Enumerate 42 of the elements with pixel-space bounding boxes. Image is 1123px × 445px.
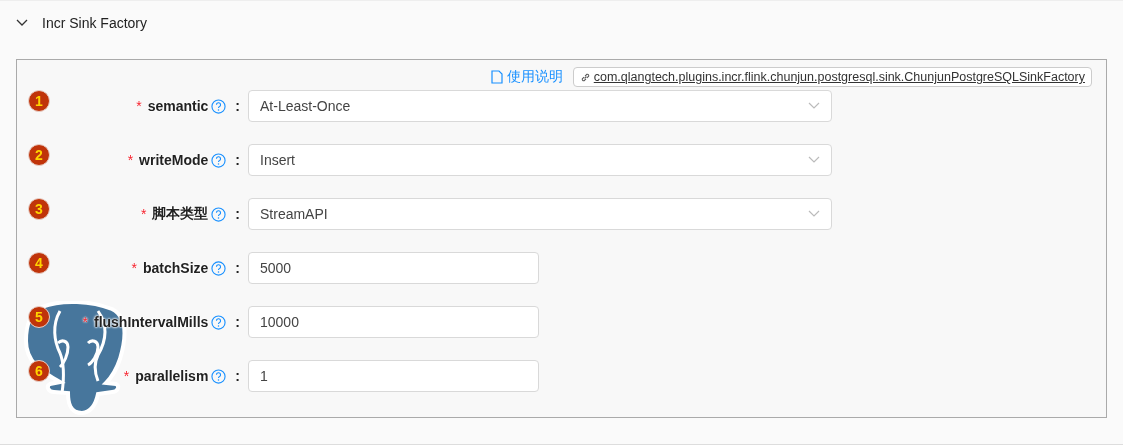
select-field[interactable]: StreamAPI bbox=[248, 198, 832, 230]
required-mark: * bbox=[136, 98, 142, 114]
required-mark: * bbox=[82, 314, 88, 330]
help-icon[interactable] bbox=[211, 98, 227, 114]
required-mark: * bbox=[131, 260, 137, 276]
link-icon bbox=[579, 71, 591, 83]
input-field[interactable]: 1 bbox=[248, 360, 539, 392]
help-icon[interactable] bbox=[211, 152, 227, 168]
required-mark: * bbox=[127, 152, 134, 168]
chevron-icon[interactable] bbox=[16, 19, 28, 27]
field-label: writeMode bbox=[139, 152, 209, 168]
section-title: Incr Sink Factory bbox=[42, 15, 148, 31]
required-mark: * bbox=[140, 206, 147, 222]
required-mark: * bbox=[123, 368, 130, 384]
step-number-badge: 1 bbox=[28, 90, 50, 112]
field-label: 脚本类型 bbox=[152, 205, 209, 223]
step-number-badge: 2 bbox=[28, 144, 50, 166]
field-label: batchSize bbox=[142, 260, 209, 276]
document-icon bbox=[490, 70, 503, 84]
step-number-badge: 6 bbox=[28, 360, 50, 382]
caret-icon bbox=[808, 156, 820, 164]
help-icon[interactable] bbox=[211, 260, 227, 276]
help-icon[interactable] bbox=[211, 206, 227, 222]
help-icon[interactable] bbox=[211, 368, 227, 384]
help-icon[interactable] bbox=[211, 314, 227, 330]
label-colon: : bbox=[235, 260, 240, 276]
select-field[interactable]: Insert bbox=[248, 144, 832, 176]
label-colon: : bbox=[235, 206, 240, 222]
class-name-link[interactable]: com.qlangtech.plugins.incr.flink.chunjun.postgresql.sink.ChunjunPostgreSQLSinkFactory bbox=[572, 67, 1092, 87]
caret-icon bbox=[808, 102, 820, 110]
step-number-badge: 4 bbox=[28, 252, 50, 274]
field-label: semantic bbox=[147, 98, 209, 114]
field-label: parallelism bbox=[135, 368, 209, 384]
label-colon: : bbox=[235, 98, 240, 114]
label-colon: : bbox=[235, 152, 240, 168]
label-colon: : bbox=[235, 314, 240, 330]
input-field[interactable]: 10000 bbox=[248, 306, 539, 338]
select-field[interactable]: At-Least-Once bbox=[248, 90, 832, 122]
label-colon: : bbox=[235, 368, 240, 384]
step-number-badge: 3 bbox=[28, 198, 50, 220]
input-field[interactable]: 5000 bbox=[248, 252, 539, 284]
caret-icon bbox=[808, 210, 820, 218]
